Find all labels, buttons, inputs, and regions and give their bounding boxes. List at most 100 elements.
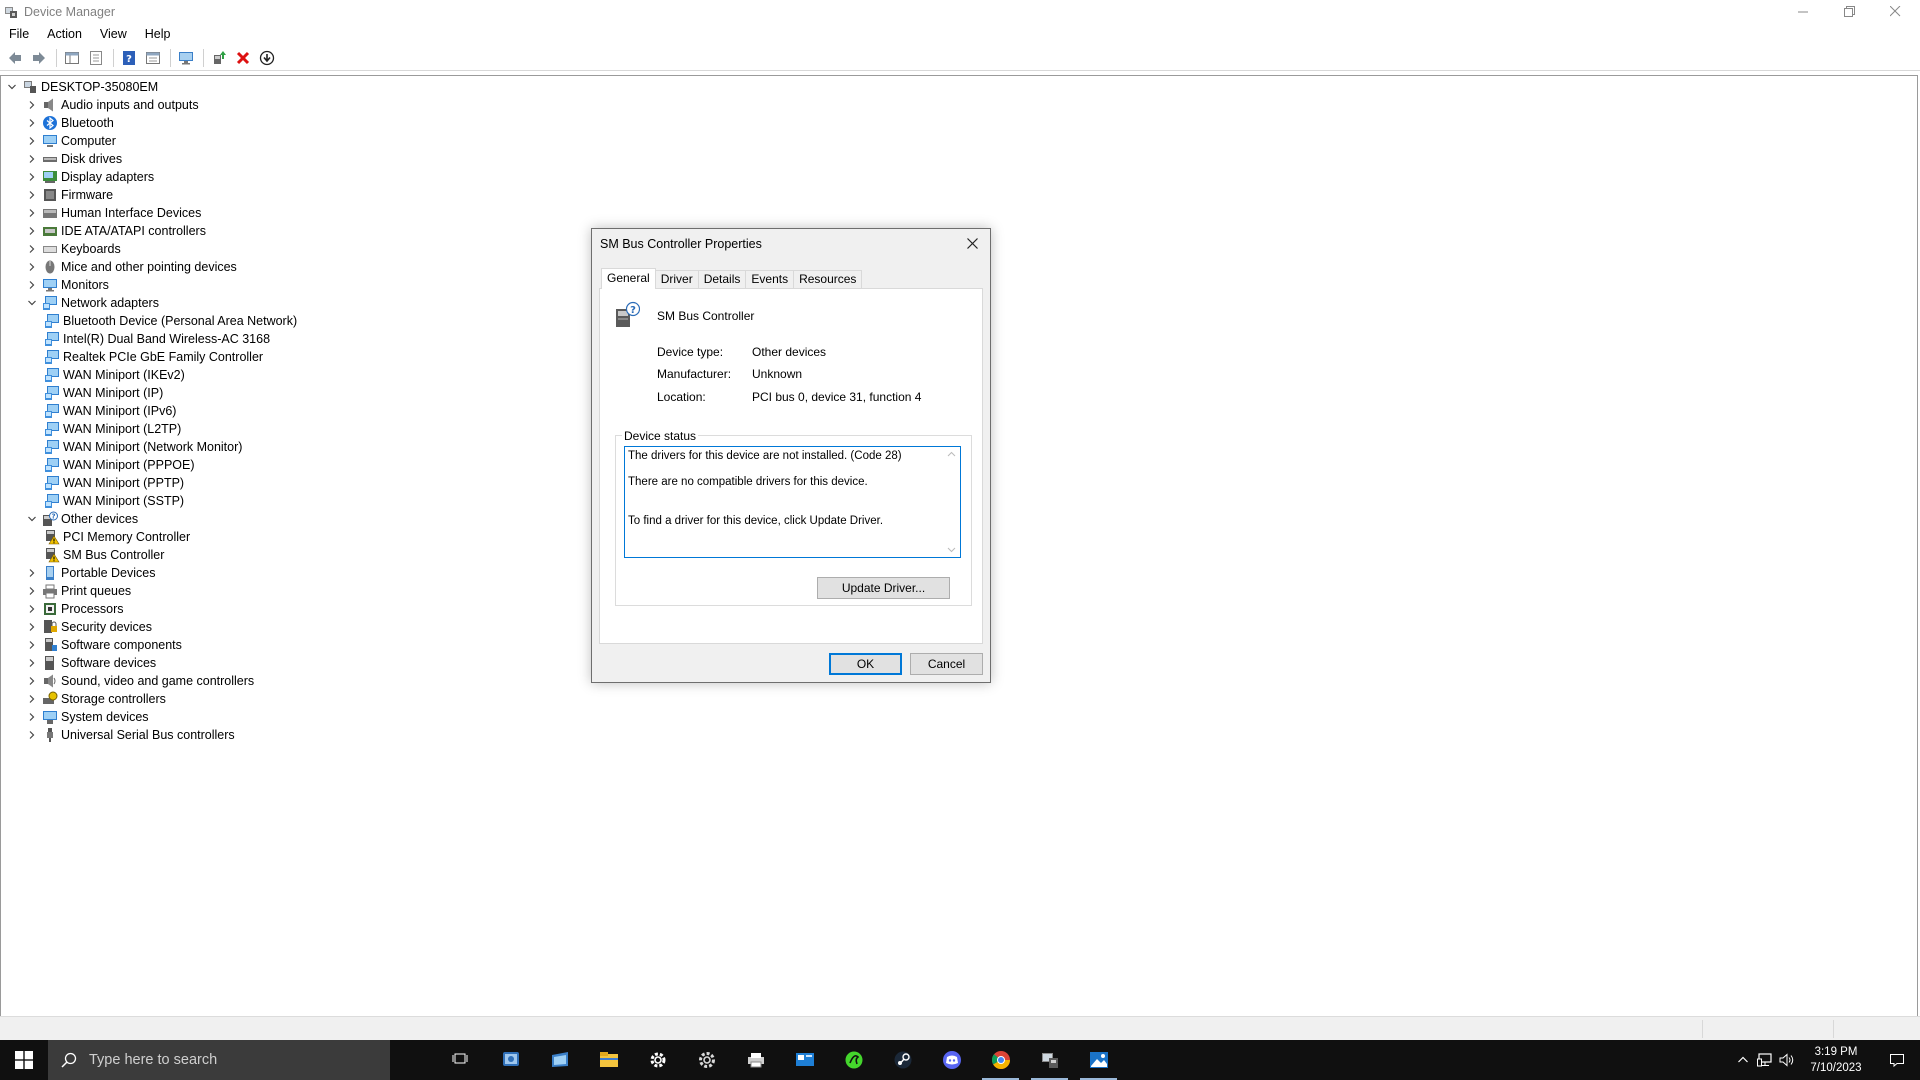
taskbar-app-task-view[interactable] bbox=[437, 1040, 486, 1080]
tree-category[interactable]: Firmware bbox=[25, 186, 113, 204]
chevron-down-icon[interactable] bbox=[5, 80, 19, 94]
tree-device[interactable]: SM Bus Controller bbox=[41, 546, 164, 564]
tree-root[interactable]: DESKTOP-35080EM bbox=[5, 78, 158, 96]
chevron-right-icon[interactable] bbox=[25, 170, 39, 184]
properties-button[interactable] bbox=[85, 48, 107, 68]
minimize-button[interactable] bbox=[1780, 0, 1826, 22]
taskbar-app-app-window[interactable] bbox=[535, 1040, 584, 1080]
chevron-right-icon[interactable] bbox=[25, 98, 39, 112]
ok-button[interactable]: OK bbox=[829, 653, 902, 675]
tree-category[interactable]: Computer bbox=[25, 132, 116, 150]
tree-category[interactable]: Audio inputs and outputs bbox=[25, 96, 199, 114]
taskbar-search-box[interactable]: Type here to search bbox=[48, 1040, 390, 1080]
start-button[interactable] bbox=[0, 1040, 48, 1080]
taskbar-app-app-screen[interactable] bbox=[780, 1040, 829, 1080]
close-button[interactable] bbox=[1872, 0, 1918, 22]
chevron-right-icon[interactable] bbox=[25, 242, 39, 256]
show-hidden-icons-button[interactable] bbox=[1732, 1040, 1754, 1080]
menu-file[interactable]: File bbox=[0, 24, 38, 44]
tree-device[interactable]: WAN Miniport (SSTP) bbox=[41, 492, 184, 510]
tree-category[interactable]: System devices bbox=[25, 708, 149, 726]
chevron-right-icon[interactable] bbox=[25, 278, 39, 292]
taskbar-app-app-printer[interactable] bbox=[731, 1040, 780, 1080]
chevron-right-icon[interactable] bbox=[25, 692, 39, 706]
chevron-right-icon[interactable] bbox=[25, 638, 39, 652]
tree-category[interactable]: Bluetooth bbox=[25, 114, 114, 132]
forward-button[interactable] bbox=[28, 48, 50, 68]
tree-device[interactable]: WAN Miniport (IKEv2) bbox=[41, 366, 185, 384]
taskbar-app-settings[interactable] bbox=[633, 1040, 682, 1080]
menu-help[interactable]: Help bbox=[136, 24, 180, 44]
tree-device[interactable]: PCI Memory Controller bbox=[41, 528, 190, 546]
tab-resources[interactable]: Resources bbox=[793, 270, 863, 288]
tab-details[interactable]: Details bbox=[697, 270, 747, 288]
taskbar-clock[interactable]: 3:19 PM 7/10/2023 bbox=[1798, 1044, 1874, 1076]
tree-device[interactable]: WAN Miniport (PPTP) bbox=[41, 474, 184, 492]
action-center-button[interactable] bbox=[1874, 1040, 1920, 1080]
help-button[interactable]: ? bbox=[118, 48, 140, 68]
tab-driver[interactable]: Driver bbox=[654, 270, 699, 288]
chevron-right-icon[interactable] bbox=[25, 134, 39, 148]
update-driver-button[interactable] bbox=[208, 48, 230, 68]
chevron-right-icon[interactable] bbox=[25, 224, 39, 238]
tree-device[interactable]: WAN Miniport (IP) bbox=[41, 384, 163, 402]
chevron-right-icon[interactable] bbox=[25, 584, 39, 598]
restore-button[interactable] bbox=[1826, 0, 1872, 22]
taskbar-app-discord[interactable] bbox=[927, 1040, 976, 1080]
chevron-right-icon[interactable] bbox=[25, 206, 39, 220]
taskbar-app-razer[interactable] bbox=[829, 1040, 878, 1080]
tree-category[interactable]: Software components bbox=[25, 636, 182, 654]
tree-category[interactable]: Universal Serial Bus controllers bbox=[25, 726, 235, 744]
view-button[interactable] bbox=[142, 48, 164, 68]
chevron-down-icon[interactable] bbox=[25, 512, 39, 526]
tree-category[interactable]: Network adapters bbox=[25, 294, 159, 312]
menu-view[interactable]: View bbox=[91, 24, 136, 44]
tree-device[interactable]: WAN Miniport (IPv6) bbox=[41, 402, 176, 420]
tree-category[interactable]: Storage controllers bbox=[25, 690, 166, 708]
taskbar-app-app-blue[interactable] bbox=[486, 1040, 535, 1080]
chevron-right-icon[interactable] bbox=[25, 566, 39, 580]
chevron-right-icon[interactable] bbox=[25, 674, 39, 688]
dialog-close-button[interactable] bbox=[962, 233, 982, 253]
tree-category[interactable]: Sound, video and game controllers bbox=[25, 672, 254, 690]
tree-category[interactable]: Monitors bbox=[25, 276, 109, 294]
taskbar-app-chrome[interactable] bbox=[976, 1040, 1025, 1080]
status-scrollbar[interactable] bbox=[943, 447, 960, 557]
show-hide-console-tree-button[interactable] bbox=[61, 48, 83, 68]
scan-download-button[interactable] bbox=[256, 48, 278, 68]
volume-tray-button[interactable] bbox=[1776, 1040, 1798, 1080]
taskbar-app-file-explorer[interactable] bbox=[584, 1040, 633, 1080]
taskbar-app-settings-gear[interactable] bbox=[682, 1040, 731, 1080]
tree-category[interactable]: Disk drives bbox=[25, 150, 122, 168]
tab-general[interactable]: General bbox=[601, 268, 656, 289]
chevron-right-icon[interactable] bbox=[25, 188, 39, 202]
tree-category[interactable]: Keyboards bbox=[25, 240, 121, 258]
menu-action[interactable]: Action bbox=[38, 24, 91, 44]
update-driver-button[interactable]: Update Driver... bbox=[817, 577, 950, 599]
tree-category[interactable]: Processors bbox=[25, 600, 124, 618]
network-tray-button[interactable] bbox=[1754, 1040, 1776, 1080]
chevron-right-icon[interactable] bbox=[25, 620, 39, 634]
tree-device[interactable]: WAN Miniport (PPPOE) bbox=[41, 456, 195, 474]
scan-hardware-button[interactable] bbox=[175, 48, 197, 68]
tree-category[interactable]: Print queues bbox=[25, 582, 131, 600]
taskbar-app-photos[interactable] bbox=[1074, 1040, 1123, 1080]
chevron-right-icon[interactable] bbox=[25, 116, 39, 130]
tree-category[interactable]: Mice and other pointing devices bbox=[25, 258, 237, 276]
tree-device[interactable]: Realtek PCIe GbE Family Controller bbox=[41, 348, 263, 366]
tree-category[interactable]: ? Other devices bbox=[25, 510, 138, 528]
tree-category[interactable]: Display adapters bbox=[25, 168, 154, 186]
taskbar-app-steam[interactable] bbox=[878, 1040, 927, 1080]
chevron-right-icon[interactable] bbox=[25, 152, 39, 166]
chevron-right-icon[interactable] bbox=[25, 710, 39, 724]
tree-category[interactable]: Portable Devices bbox=[25, 564, 156, 582]
tree-category[interactable]: IDE ATA/ATAPI controllers bbox=[25, 222, 206, 240]
tree-device[interactable]: WAN Miniport (L2TP) bbox=[41, 420, 181, 438]
cancel-button[interactable]: Cancel bbox=[910, 653, 983, 675]
tree-category[interactable]: Human Interface Devices bbox=[25, 204, 201, 222]
tree-device[interactable]: WAN Miniport (Network Monitor) bbox=[41, 438, 242, 456]
tree-device[interactable]: Bluetooth Device (Personal Area Network) bbox=[41, 312, 297, 330]
taskbar-app-device-manager[interactable] bbox=[1025, 1040, 1074, 1080]
chevron-right-icon[interactable] bbox=[25, 656, 39, 670]
tree-category[interactable]: Security devices bbox=[25, 618, 152, 636]
